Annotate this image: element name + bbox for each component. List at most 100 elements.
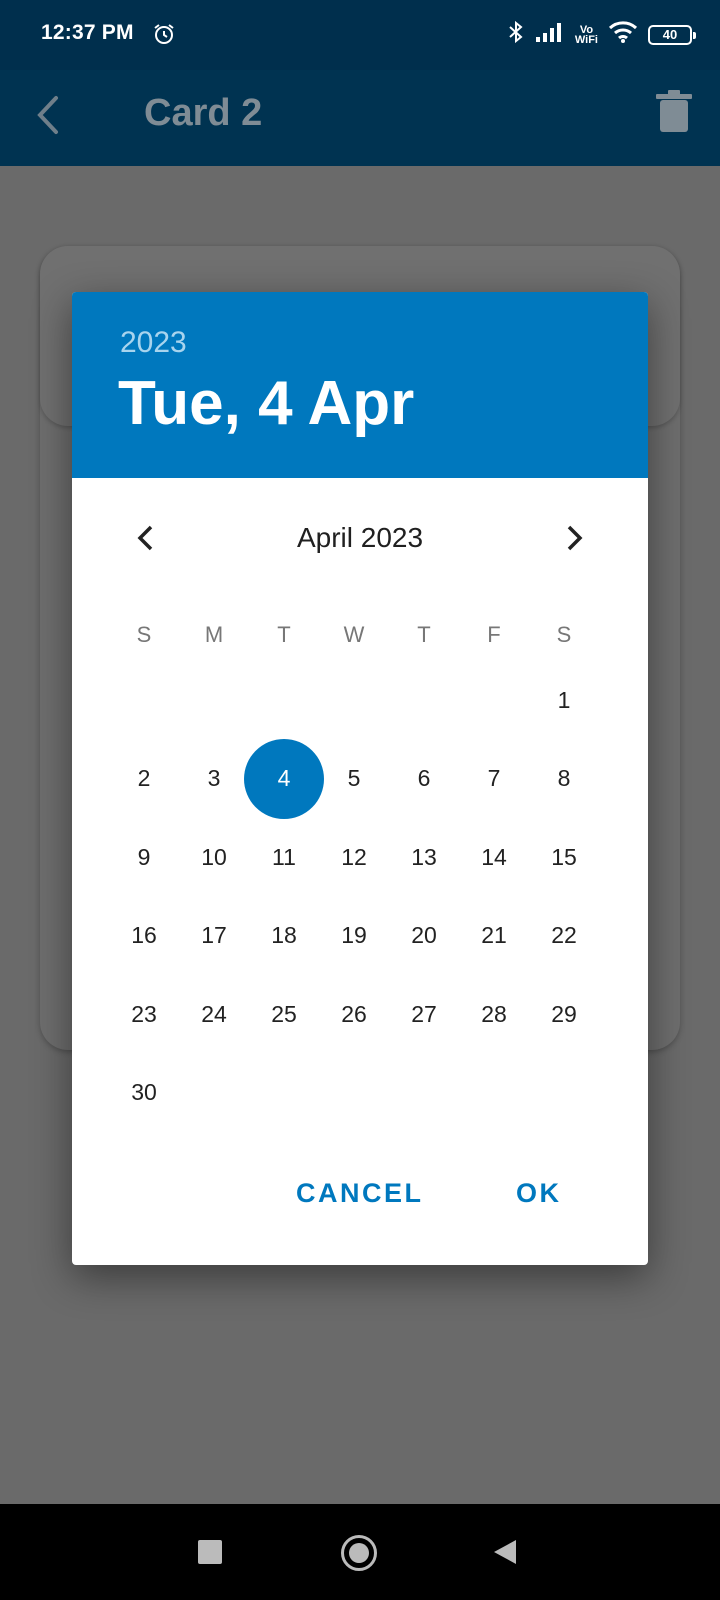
calendar-day[interactable]: 18 [249, 896, 319, 976]
battery-icon: 40 [648, 24, 696, 45]
wifi-icon [608, 20, 638, 49]
date-picker-dialog: 2023 Tue, 4 Apr April 2023 S M T W T F S… [72, 292, 648, 1265]
calendar-day-number: 11 [272, 843, 296, 870]
calendar-week-row: 9 10 11 12 13 14 15 [109, 817, 599, 897]
calendar-day[interactable]: 12 [319, 817, 389, 897]
calendar-day[interactable]: 5 [319, 739, 389, 819]
calendar-day[interactable]: 11 [249, 817, 319, 897]
calendar-week-row: 23 24 25 26 27 28 29 [109, 974, 599, 1054]
calendar-empty-cell [249, 1053, 319, 1133]
calendar-empty-cell [179, 1053, 249, 1133]
calendar-day[interactable]: 27 [389, 974, 459, 1054]
calendar-day[interactable]: 28 [459, 974, 529, 1054]
calendar-day-number: 12 [341, 843, 367, 870]
calendar-empty-cell [459, 660, 529, 740]
calendar-day-number: 2 [137, 765, 151, 791]
calendar-day-number: 30 [131, 1079, 157, 1105]
back-icon[interactable] [494, 1540, 516, 1564]
app-bar: Card 2 [0, 70, 720, 166]
calendar-day-number: 1 [557, 686, 571, 713]
status-icons: Vo WiFi 40 [507, 20, 696, 49]
weekday-label: S [556, 622, 572, 647]
calendar-day[interactable]: 29 [529, 974, 599, 1054]
calendar-week-row: 1 [109, 660, 599, 740]
calendar-day[interactable]: 3 [179, 739, 249, 819]
calendar-day[interactable]: 30 [109, 1053, 179, 1133]
calendar-day-number: 13 [411, 843, 437, 870]
recents-icon[interactable] [198, 1540, 222, 1564]
back-button[interactable] [26, 90, 76, 140]
weekday-label: W [343, 622, 365, 647]
status-time: 12:37 PM [41, 21, 134, 44]
next-month-button[interactable] [556, 516, 592, 560]
delete-button[interactable] [654, 90, 694, 134]
calendar-empty-cell [389, 1053, 459, 1133]
month-navigation: April 2023 [72, 510, 648, 566]
calendar-day-number: 26 [341, 1000, 367, 1027]
calendar-day[interactable]: 21 [459, 896, 529, 976]
calendar-day[interactable]: 26 [319, 974, 389, 1054]
calendar-day[interactable]: 10 [179, 817, 249, 897]
calendar-day[interactable]: 14 [459, 817, 529, 897]
weekday-label: T [277, 622, 291, 647]
calendar-day[interactable]: 15 [529, 817, 599, 897]
calendar-day[interactable]: 13 [389, 817, 459, 897]
calendar-week-row: 30 [109, 1053, 599, 1133]
calendar-day-number: 3 [207, 765, 221, 791]
calendar-day[interactable]: 19 [319, 896, 389, 976]
calendar-day[interactable]: 22 [529, 896, 599, 976]
calendar-day-number: 27 [411, 1000, 437, 1027]
calendar-day[interactable]: 7 [459, 739, 529, 819]
calendar-day-selected[interactable]: 4 [244, 738, 324, 819]
calendar-empty-cell [179, 660, 249, 740]
calendar-day-number: 7 [487, 765, 501, 791]
calendar-empty-cell [319, 660, 389, 740]
calendar-day-number: 8 [557, 765, 571, 791]
calendar-day[interactable]: 24 [179, 974, 249, 1054]
calendar-day[interactable]: 23 [109, 974, 179, 1054]
calendar-day[interactable]: 8 [529, 739, 599, 819]
calendar-day-number: 15 [551, 843, 577, 870]
calendar-day[interactable]: 25 [249, 974, 319, 1054]
alarm-icon [152, 22, 176, 51]
calendar-empty-cell [459, 1053, 529, 1133]
calendar-day-number: 24 [201, 1000, 227, 1027]
weekday-label: S [136, 622, 152, 647]
calendar-day[interactable]: 9 [109, 817, 179, 897]
calendar-day-number: 17 [201, 922, 227, 948]
calendar-day[interactable]: 20 [389, 896, 459, 976]
weekday-label: M [204, 622, 224, 647]
calendar-day-number: 10 [201, 843, 227, 870]
calendar-day-number: 22 [551, 922, 577, 948]
weekday-label: T [417, 622, 431, 647]
calendar-week-row: 16 17 18 19 20 21 22 [109, 896, 599, 976]
weekday-header-row: S M T W T F S [109, 620, 599, 650]
chevron-right-icon [567, 525, 583, 551]
header-date: Tue, 4 Apr [118, 369, 415, 438]
calendar-day-number: 5 [347, 765, 361, 791]
calendar-day-number: 9 [137, 843, 151, 870]
calendar-day-number: 4 [277, 765, 291, 791]
calendar-day-number: 19 [341, 922, 367, 948]
calendar-day-number: 14 [481, 843, 507, 870]
vowifi-bottom: WiFi [574, 33, 598, 46]
calendar-day-number: 29 [551, 1000, 577, 1027]
calendar-day[interactable]: 1 [529, 660, 599, 740]
calendar-day-number: 25 [271, 1000, 297, 1027]
calendar-empty-cell [529, 1053, 599, 1133]
ok-button[interactable]: OK [516, 1178, 562, 1209]
dialog-actions: CANCEL OK [72, 1168, 648, 1228]
home-icon[interactable] [341, 1535, 377, 1571]
vowifi-indicator: Vo WiFi [574, 24, 598, 46]
calendar-day-number: 20 [411, 922, 437, 948]
back-arrow-icon [37, 96, 58, 134]
trash-icon [656, 90, 692, 132]
calendar-day[interactable]: 16 [109, 896, 179, 976]
calendar-empty-cell [389, 660, 459, 740]
status-bar: 12:37 PM Vo WiFi 40 [0, 0, 720, 70]
calendar-day[interactable]: 6 [389, 739, 459, 819]
cancel-button[interactable]: CANCEL [296, 1178, 424, 1209]
header-year[interactable]: 2023 [120, 326, 187, 360]
calendar-day[interactable]: 17 [179, 896, 249, 976]
calendar-day[interactable]: 2 [109, 739, 179, 819]
